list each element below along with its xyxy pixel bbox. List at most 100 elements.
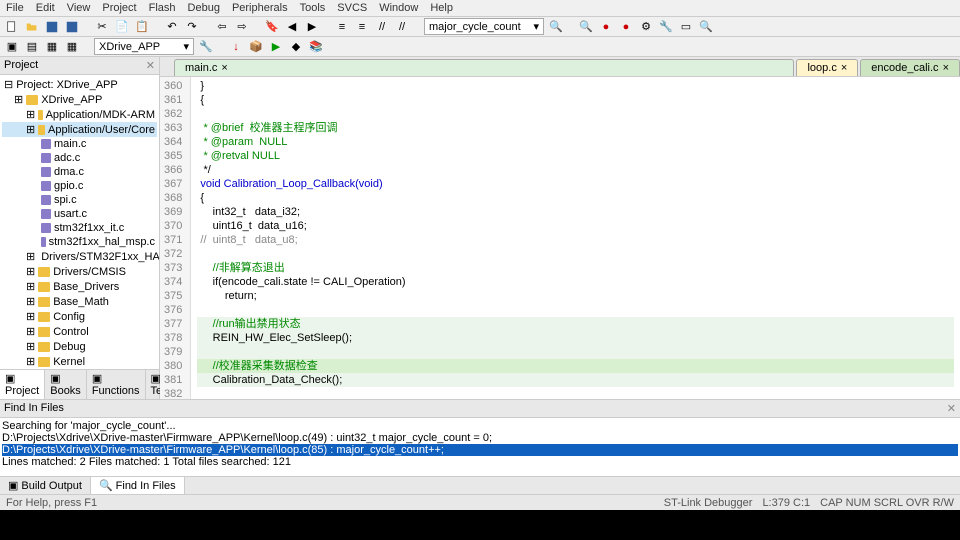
close-icon[interactable]: ×	[221, 62, 227, 74]
c-icon	[41, 237, 46, 247]
nav-fwd-icon[interactable]: ⇨	[234, 19, 250, 35]
copy-icon[interactable]: 📄	[114, 19, 130, 35]
find-result-line[interactable]: D:\Projects\Xdrive\XDrive-master\Firmwar…	[2, 432, 958, 444]
tree-item[interactable]: ⊞Drivers/CMSIS	[2, 264, 157, 279]
folder-icon	[38, 327, 50, 337]
menu-project[interactable]: Project	[102, 2, 136, 14]
file-tab[interactable]: encode_cali.c×	[860, 59, 960, 76]
tools-icon[interactable]: 🔧	[658, 19, 674, 35]
nav-back-icon[interactable]: ⇦	[214, 19, 230, 35]
menu-tools[interactable]: Tools	[300, 2, 326, 14]
menu-help[interactable]: Help	[430, 2, 453, 14]
translate-icon[interactable]: ▣	[4, 39, 20, 55]
new-icon[interactable]	[4, 19, 20, 35]
menu-flash[interactable]: Flash	[149, 2, 176, 14]
cut-icon[interactable]: ✂	[94, 19, 110, 35]
tree-item[interactable]: ⊞Debug	[2, 339, 157, 354]
config-icon[interactable]: ⚙	[638, 19, 654, 35]
load-icon[interactable]: ↓	[228, 39, 244, 55]
menu-window[interactable]: Window	[379, 2, 418, 14]
rebuild-icon[interactable]: ▦	[44, 39, 60, 55]
code-body[interactable]: } { * @brief 校准器主程序回调 * @param NULL * @r…	[191, 77, 960, 399]
undo-icon[interactable]: ↶	[164, 19, 180, 35]
close-icon[interactable]: ×	[943, 62, 949, 74]
build-icon[interactable]: ▤	[24, 39, 40, 55]
tree-item[interactable]: main.c	[2, 137, 157, 151]
pack-icon[interactable]: ◆	[288, 39, 304, 55]
find-result-line[interactable]: D:\Projects\Xdrive\XDrive-master\Firmwar…	[2, 444, 958, 456]
code-editor[interactable]: 3603613623633643653663673683693703713723…	[160, 77, 960, 399]
project-tree[interactable]: ⊟Project: XDrive_APP ⊞XDrive_APP⊞Applica…	[0, 75, 159, 369]
bookmark-icon[interactable]: 🔖	[264, 19, 280, 35]
find-combo[interactable]: major_cycle_count▾	[424, 18, 544, 35]
file-tab[interactable]: loop.c×	[796, 59, 858, 76]
tree-item[interactable]: stm32f1xx_it.c	[2, 221, 157, 235]
stop-icon[interactable]: ●	[618, 19, 634, 35]
tree-item[interactable]: ⊞Drivers/STM32F1xx_HAL_Driver	[2, 249, 157, 264]
debug-icon[interactable]: 🔍	[578, 19, 594, 35]
tree-item[interactable]: ⊞XDrive_APP	[2, 92, 157, 107]
menu-view[interactable]: View	[67, 2, 91, 14]
menu-edit[interactable]: Edit	[36, 2, 55, 14]
sidebar-tabs: ▣ Project▣ Books▣ Functions▣ Templates	[0, 369, 159, 399]
uncomment-icon[interactable]: //	[394, 19, 410, 35]
manage-icon[interactable]: 📦	[248, 39, 264, 55]
window-icon[interactable]: ▭	[678, 19, 694, 35]
tab-build-output[interactable]: ▣ Build Output	[0, 477, 91, 494]
tree-item[interactable]: gpio.c	[2, 179, 157, 193]
menu-debug[interactable]: Debug	[188, 2, 220, 14]
tree-item[interactable]: ⊞Kernel	[2, 354, 157, 369]
c-icon	[41, 223, 51, 233]
options-icon[interactable]: 🔧	[198, 39, 214, 55]
close-icon[interactable]: ×	[841, 62, 847, 74]
find-results[interactable]: Searching for 'major_cycle_count'... D:\…	[0, 418, 960, 476]
batch-build-icon[interactable]: ▦	[64, 39, 80, 55]
tree-item[interactable]: ⊞Application/User/Core	[2, 122, 157, 137]
indent-icon[interactable]: ≡	[334, 19, 350, 35]
save-icon[interactable]	[44, 19, 60, 35]
folder-icon	[38, 125, 45, 135]
tab-find-in-files[interactable]: 🔍 Find In Files	[91, 477, 185, 494]
tree-item[interactable]: dma.c	[2, 165, 157, 179]
books-icon[interactable]: 📚	[308, 39, 324, 55]
side-tab-books[interactable]: ▣ Books	[45, 370, 87, 399]
tree-item[interactable]: ⊞Application/MDK-ARM	[2, 107, 157, 122]
menubar: File Edit View Project Flash Debug Peripherals…	[0, 0, 960, 17]
side-tab-functions[interactable]: ▣ Functions	[87, 370, 146, 399]
close-icon[interactable]: ✕	[947, 402, 956, 415]
tree-item[interactable]: ⊞Control	[2, 324, 157, 339]
menu-file[interactable]: File	[6, 2, 24, 14]
find-header: Find In Files ✕	[0, 400, 960, 418]
comment-icon[interactable]: //	[374, 19, 390, 35]
zoom-icon[interactable]: 🔍	[698, 19, 714, 35]
tree-item[interactable]: spi.c	[2, 193, 157, 207]
open-icon[interactable]	[24, 19, 40, 35]
folder-icon	[38, 267, 50, 277]
statusbar: For Help, press F1 ST-Link Debugger L:37…	[0, 494, 960, 510]
bookmark-prev-icon[interactable]: ◀	[284, 19, 300, 35]
tree-root[interactable]: ⊟Project: XDrive_APP	[2, 77, 157, 92]
folder-icon	[38, 342, 50, 352]
file-tab[interactable]: main.c×	[174, 59, 794, 76]
tree-item[interactable]: ⊞Base_Math	[2, 294, 157, 309]
target-combo[interactable]: XDrive_APP▾	[94, 38, 194, 55]
redo-icon[interactable]: ↷	[184, 19, 200, 35]
tree-item[interactable]: ⊞Config	[2, 309, 157, 324]
side-tab-project[interactable]: ▣ Project	[0, 370, 45, 399]
tree-item[interactable]: ⊞Base_Drivers	[2, 279, 157, 294]
paste-icon[interactable]: 📋	[134, 19, 150, 35]
outdent-icon[interactable]: ≡	[354, 19, 370, 35]
tree-item[interactable]: stm32f1xx_hal_msp.c	[2, 235, 157, 249]
find-icon[interactable]: 🔍	[548, 19, 564, 35]
breakpoint-icon[interactable]: ●	[598, 19, 614, 35]
save-all-icon[interactable]	[64, 19, 80, 35]
tree-item[interactable]: usart.c	[2, 207, 157, 221]
find-title: Find In Files	[4, 402, 64, 415]
toolbar-main: ✂ 📄 📋 ↶ ↷ ⇦ ⇨ 🔖 ◀ ▶ ≡ ≡ // // major_cycl…	[0, 17, 960, 37]
run-icon[interactable]: ▶	[268, 39, 284, 55]
close-icon[interactable]: ✕	[146, 59, 155, 72]
menu-peripherals[interactable]: Peripherals	[232, 2, 288, 14]
menu-svcs[interactable]: SVCS	[337, 2, 367, 14]
bookmark-next-icon[interactable]: ▶	[304, 19, 320, 35]
tree-item[interactable]: adc.c	[2, 151, 157, 165]
